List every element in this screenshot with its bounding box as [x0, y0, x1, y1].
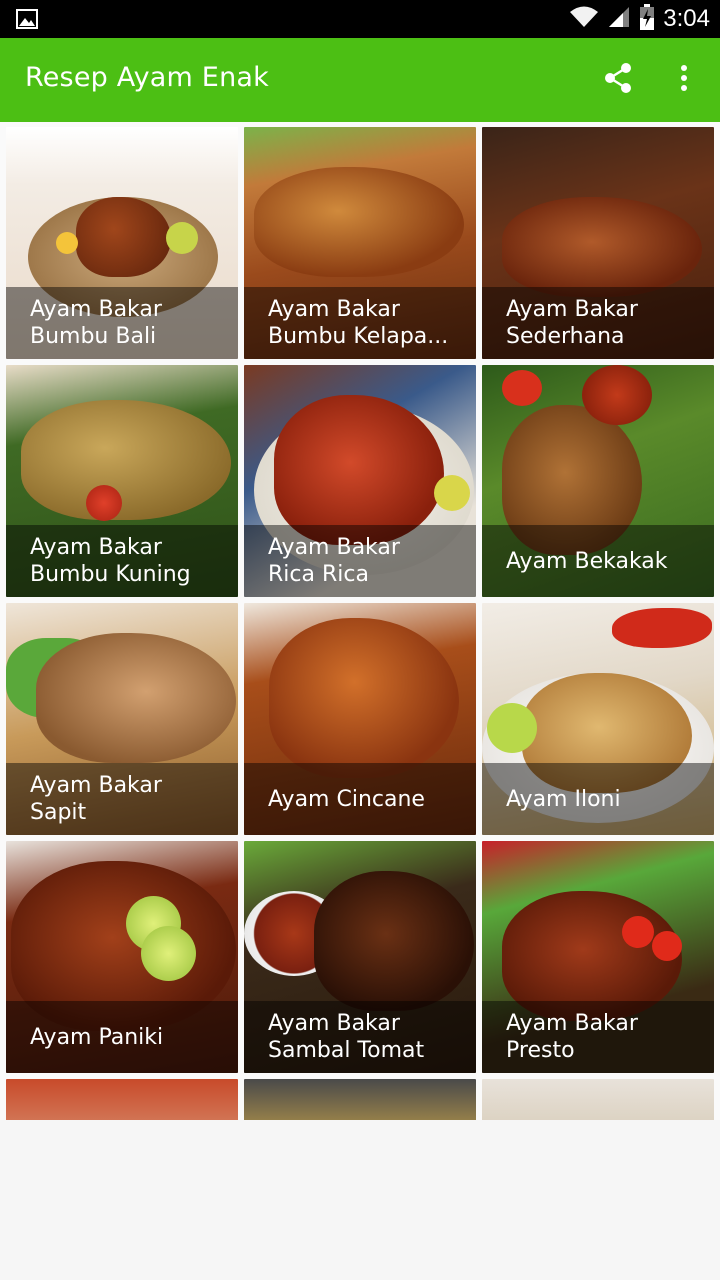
recipe-photo-garnish	[56, 232, 78, 254]
recipe-title: Ayam Bakar Sapit	[30, 773, 162, 825]
recipe-grid: Ayam Bakar Bumbu Bali Ayam Bakar Bumbu K…	[6, 122, 714, 1120]
wifi-icon	[569, 5, 599, 33]
recipe-photo-garnish	[434, 475, 470, 511]
recipe-photo-garnish	[652, 931, 682, 961]
recipe-tile[interactable]: Ayam Bakar Presto	[482, 841, 714, 1073]
recipe-caption-overlay: Ayam Cincane	[244, 763, 476, 835]
recipe-photo-chicken	[269, 618, 459, 778]
recipe-caption-overlay: Ayam Bakar Sambal Tomat	[244, 1001, 476, 1073]
recipe-caption-overlay: Ayam Bakar Bumbu Kuning	[6, 525, 238, 597]
battery-charging-icon	[639, 4, 655, 34]
recipe-tile[interactable]	[482, 1079, 714, 1120]
share-icon	[602, 62, 634, 98]
recipe-photo-chicken	[36, 633, 236, 763]
recipe-title: Ayam Bakar Bumbu Kuning	[30, 535, 191, 587]
gallery-icon	[16, 9, 38, 29]
recipe-title: Ayam Bekakak	[506, 548, 668, 574]
recipe-tile[interactable]: Ayam Bakar Bumbu Bali	[6, 127, 238, 359]
status-icons: 3:04	[569, 4, 710, 34]
recipe-tile[interactable]: Ayam Bekakak	[482, 365, 714, 597]
recipe-photo-chicken	[76, 197, 171, 277]
recipe-tile[interactable]: Ayam Bakar Bumbu Kelapa...	[244, 127, 476, 359]
recipe-caption-overlay: Ayam Iloni	[482, 763, 714, 835]
recipe-photo-garnish	[612, 608, 712, 648]
recipe-photo-garnish	[622, 916, 654, 948]
recipe-photo-chicken	[21, 400, 231, 520]
signal-icon	[607, 5, 631, 33]
recipe-tile[interactable]: Ayam Bakar Sapit	[6, 603, 238, 835]
recipe-title: Ayam Bakar Bumbu Kelapa...	[268, 297, 449, 349]
app-title: Resep Ayam Enak	[25, 62, 269, 93]
empty-area	[0, 1120, 720, 1280]
recipe-caption-overlay: Ayam Bekakak	[482, 525, 714, 597]
recipe-caption-overlay: Ayam Bakar Presto	[482, 1001, 714, 1073]
recipe-photo-garnish	[86, 485, 122, 521]
recipe-grid-viewport[interactable]: Ayam Bakar Bumbu Bali Ayam Bakar Bumbu K…	[0, 122, 720, 1120]
recipe-title: Ayam Bakar Bumbu Bali	[30, 297, 162, 349]
recipe-caption-overlay: Ayam Bakar Sederhana	[482, 287, 714, 359]
recipe-photo-garnish	[582, 365, 652, 425]
recipe-tile[interactable]: Ayam Bakar Rica Rica	[244, 365, 476, 597]
recipe-photo-garnish	[166, 222, 198, 254]
recipe-caption-overlay: Ayam Bakar Sapit	[6, 763, 238, 835]
recipe-photo-garnish	[502, 370, 542, 406]
recipe-photo-chicken	[502, 197, 702, 297]
recipe-title: Ayam Paniki	[30, 1024, 164, 1050]
recipe-title: Ayam Iloni	[506, 786, 621, 812]
share-button[interactable]	[598, 60, 638, 100]
recipe-photo-garnish	[141, 926, 196, 981]
recipe-title: Ayam Cincane	[268, 786, 425, 812]
app-actions	[598, 60, 704, 100]
recipe-title: Ayam Bakar Rica Rica	[268, 535, 400, 587]
recipe-photo-garnish	[487, 703, 537, 753]
recipe-tile[interactable]: Ayam Iloni	[482, 603, 714, 835]
recipe-tile[interactable]: Ayam Cincane	[244, 603, 476, 835]
recipe-tile[interactable]	[6, 1079, 238, 1120]
recipe-title: Ayam Bakar Presto	[506, 1011, 638, 1063]
recipe-tile[interactable]: Ayam Paniki	[6, 841, 238, 1073]
status-time: 3:04	[663, 5, 710, 32]
recipe-tile[interactable]: Ayam Bakar Bumbu Kuning	[6, 365, 238, 597]
overflow-menu-button[interactable]	[664, 60, 704, 100]
recipe-tile[interactable]	[244, 1079, 476, 1120]
recipe-caption-overlay: Ayam Bakar Rica Rica	[244, 525, 476, 597]
recipe-photo-chicken	[314, 871, 474, 1011]
status-bar: 3:04	[0, 0, 720, 38]
recipe-caption-overlay: Ayam Paniki	[6, 1001, 238, 1073]
recipe-caption-overlay: Ayam Bakar Bumbu Kelapa...	[244, 287, 476, 359]
more-vert-icon	[680, 64, 688, 96]
recipe-caption-overlay: Ayam Bakar Bumbu Bali	[6, 287, 238, 359]
recipe-title: Ayam Bakar Sambal Tomat	[268, 1011, 425, 1063]
recipe-photo-chicken	[254, 167, 464, 277]
app-bar: Resep Ayam Enak	[0, 38, 720, 122]
recipe-title: Ayam Bakar Sederhana	[506, 297, 638, 349]
recipe-tile[interactable]: Ayam Bakar Sederhana	[482, 127, 714, 359]
recipe-tile[interactable]: Ayam Bakar Sambal Tomat	[244, 841, 476, 1073]
